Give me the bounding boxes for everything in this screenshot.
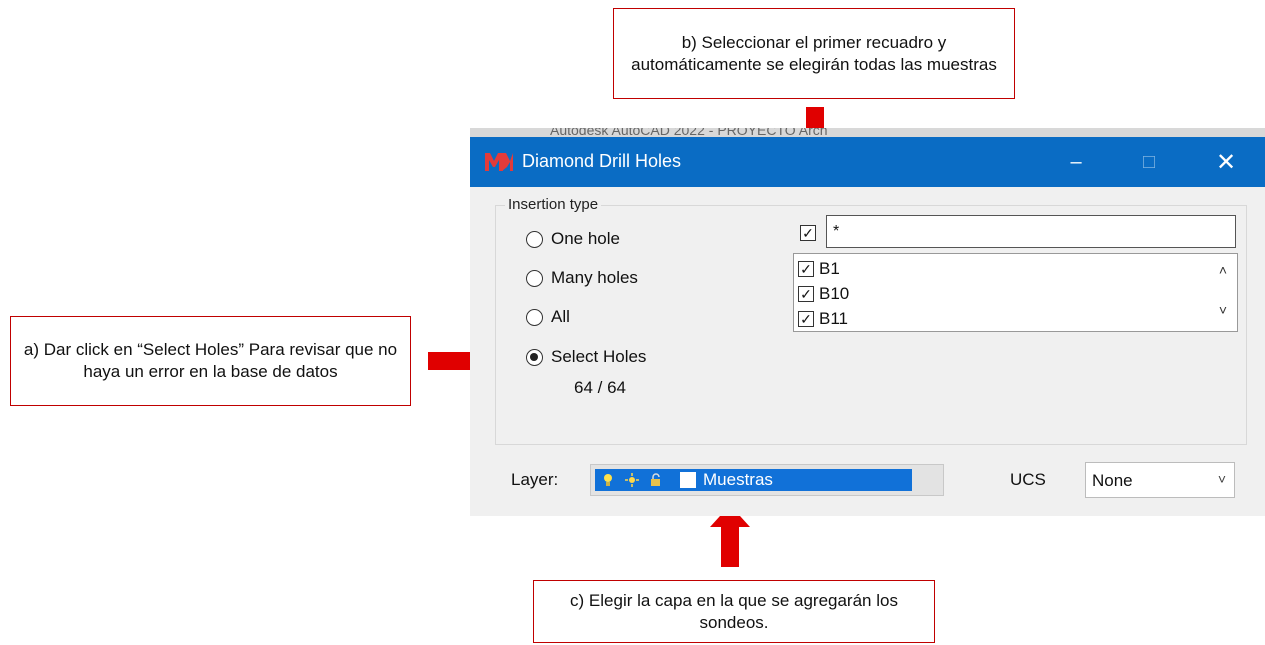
titlebar[interactable]: Diamond Drill Holes – □ ✕: [470, 137, 1265, 187]
layer-selection: Muestras: [595, 469, 912, 491]
radio-label: One hole: [551, 229, 620, 248]
maximize-button[interactable]: □: [1118, 137, 1180, 187]
close-button[interactable]: ✕: [1195, 137, 1257, 187]
layer-combobox[interactable]: Muestras: [590, 464, 944, 496]
layer-color-swatch: [680, 472, 696, 488]
radio-label: All: [551, 307, 570, 326]
radio-select-holes[interactable]: Select Holes: [526, 347, 646, 367]
list-item[interactable]: ✓ B1: [798, 259, 840, 279]
callout-b-text: b) Seleccionar el primer recuadro y auto…: [631, 32, 997, 74]
hole-label: B10: [819, 284, 850, 303]
check-icon: ✓: [800, 261, 812, 277]
hole-filter-input[interactable]: [826, 215, 1236, 248]
lock-icon: [651, 473, 660, 486]
ucs-value: None: [1092, 471, 1133, 490]
selected-holes-count: 64 / 64: [574, 378, 626, 397]
list-item[interactable]: ✓ B11: [798, 309, 848, 329]
check-icon: ✓: [800, 311, 812, 327]
layer-label: Layer:: [511, 470, 559, 489]
diamond-drill-holes-dialog: Autodesk AutoCAD 2022 - PROYECTO Arch Di…: [470, 128, 1265, 516]
dialog-title: Diamond Drill Holes: [522, 151, 682, 171]
radio-indicator: [526, 269, 543, 287]
check-icon: ✓: [800, 286, 812, 302]
app-logo-icon: [485, 153, 513, 171]
list-item[interactable]: ✓ B10: [798, 284, 849, 304]
radio-indicator: [526, 308, 543, 326]
radio-many-holes[interactable]: Many holes: [526, 268, 638, 288]
select-all-checkbox[interactable]: ✓: [800, 225, 816, 241]
layer-name: Muestras: [703, 470, 773, 489]
square-icon: □: [1142, 150, 1156, 173]
ucs-label: UCS: [1010, 470, 1046, 489]
hole-checkbox[interactable]: ✓: [798, 261, 814, 277]
minimize-button[interactable]: –: [1045, 137, 1107, 187]
radio-all[interactable]: All: [526, 307, 570, 327]
minus-icon: –: [1070, 150, 1082, 173]
close-icon: ✕: [1215, 148, 1237, 176]
callout-a-text: a) Dar click en “Select Holes” Para revi…: [23, 340, 398, 381]
radio-indicator: [526, 230, 543, 248]
chevron-down-icon[interactable]: ˅: [1219, 302, 1227, 318]
insertion-type-label: Insertion type: [505, 196, 602, 213]
callout-b: b) Seleccionar el primer recuadro y auto…: [613, 8, 1015, 99]
check-icon: ✓: [802, 225, 814, 241]
radio-one-hole[interactable]: One hole: [526, 229, 620, 249]
chevron-down-icon: ˅: [1217, 471, 1226, 487]
hole-checkbox[interactable]: ✓: [798, 311, 814, 327]
callout-c: c) Elegir la capa en la que se agregarán…: [533, 580, 935, 643]
holes-list[interactable]: ✓ B1 ✓ B10 ✓ B11 ˄ ˅: [793, 253, 1238, 332]
sun-icon: [625, 473, 639, 487]
callout-a: a) Dar click en “Select Holes” Para revi…: [10, 316, 411, 406]
callout-c-text: c) Elegir la capa en la que se agregarán…: [570, 590, 898, 632]
chevron-up-icon[interactable]: ˄: [1219, 262, 1227, 278]
ucs-select[interactable]: None ˅: [1085, 462, 1235, 498]
radio-label: Select Holes: [551, 347, 647, 366]
radio-label: Many holes: [551, 268, 638, 287]
bulb-icon: [604, 474, 612, 486]
hole-label: B1: [819, 259, 840, 278]
hole-label: B11: [819, 309, 848, 328]
hole-checkbox[interactable]: ✓: [798, 286, 814, 302]
radio-indicator-selected: [526, 348, 543, 366]
